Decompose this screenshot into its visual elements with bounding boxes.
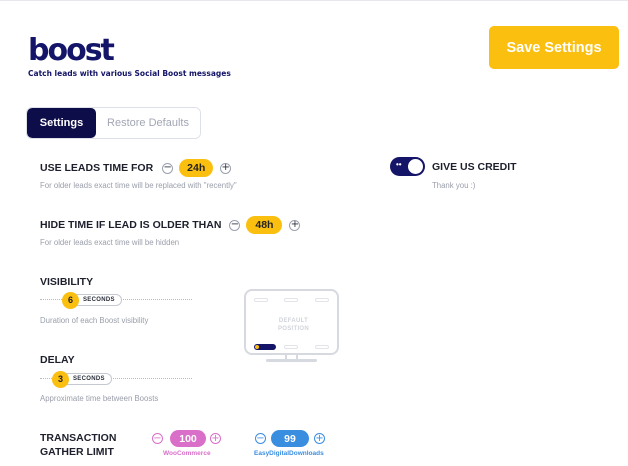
visibility-value: 6 [62,291,79,309]
monitor-screen: DEFAULT POSITION [244,289,339,355]
position-slot-top-left[interactable] [254,298,268,302]
delay-unit: SECONDS [64,373,112,385]
woocommerce-label: WooCommerce [163,450,211,457]
delay-description: Approximate time between Boosts [40,394,159,403]
position-slot-bottom-center[interactable] [284,345,298,349]
give-credit-label: GIVE US CREDIT [432,161,517,173]
leads-time-row: USE LEADS TIME FOR − 24h + [40,159,232,177]
boost-logo: boost [28,33,115,68]
edd-label: EasyDigitalDownloads [254,450,324,457]
transaction-limit-label-line2: GATHER LIMIT [40,446,114,458]
default-position-line1: DEFAULT [278,318,309,324]
edd-value[interactable]: 99 [271,430,309,447]
position-slot-bottom-right[interactable] [315,345,329,349]
tagline: Catch leads with various Social Boost me… [28,69,231,78]
position-slot-top-center[interactable] [284,298,298,302]
leads-time-decrement-icon[interactable]: − [162,162,174,174]
leads-time-value[interactable]: 24h [179,159,214,177]
delay-handle[interactable]: 3 SECONDS [52,370,112,388]
visibility-description: Duration of each Boost visibility [40,316,149,325]
hide-time-description: For older leads exact time will be hidde… [40,238,180,247]
give-credit-description: Thank you :) [432,181,476,190]
edd-decrement-icon[interactable]: − [255,433,266,444]
hide-time-decrement-icon[interactable]: − [229,219,241,231]
visibility-unit: SECONDS [74,294,122,306]
settings-tabs: Settings Restore Defaults [26,107,201,139]
save-settings-button[interactable]: Save Settings [489,26,619,69]
active-dot-icon [255,345,259,349]
leads-time-increment-icon[interactable]: + [220,162,232,174]
position-slot-bottom-left-active[interactable] [254,344,276,350]
edd-increment-icon[interactable]: + [314,433,325,444]
give-credit-toggle[interactable]: •• [390,157,425,176]
leads-time-label: USE LEADS TIME FOR [40,162,154,174]
visibility-label: VISIBILITY [40,276,94,288]
hide-time-label: HIDE TIME IF LEAD IS OLDER THAN [40,219,222,231]
visibility-slider[interactable]: 6 SECONDS [40,291,192,309]
woocommerce-value[interactable]: 100 [170,430,206,447]
hide-time-value[interactable]: 48h [246,216,283,234]
position-preview-monitor[interactable]: DEFAULT POSITION [244,289,339,362]
hide-time-increment-icon[interactable]: + [289,219,301,231]
toggle-on-icon: •• [396,160,402,169]
tab-settings[interactable]: Settings [27,108,96,138]
delay-label: DELAY [40,354,75,366]
visibility-handle[interactable]: 6 SECONDS [62,291,122,309]
toggle-thumb [408,159,423,174]
delay-value: 3 [52,370,69,388]
edd-stepper: − 99 + [255,430,325,447]
top-divider [0,0,628,1]
woocommerce-stepper: − 100 + [152,430,221,447]
transaction-limit-label-line1: TRANSACTION [40,432,117,444]
woocommerce-increment-icon[interactable]: + [210,433,221,444]
woocommerce-decrement-icon[interactable]: − [152,433,163,444]
delay-slider[interactable]: 3 SECONDS [40,370,192,388]
leads-time-description: For older leads exact time will be repla… [40,181,237,190]
monitor-base [266,359,317,362]
hide-time-row: HIDE TIME IF LEAD IS OLDER THAN − 48h + [40,216,301,234]
tab-restore-defaults[interactable]: Restore Defaults [96,108,200,138]
default-position-line2: POSITION [277,326,310,332]
position-slot-top-right[interactable] [315,298,329,302]
transaction-limit-label: TRANSACTION GATHER LIMIT [40,431,116,459]
